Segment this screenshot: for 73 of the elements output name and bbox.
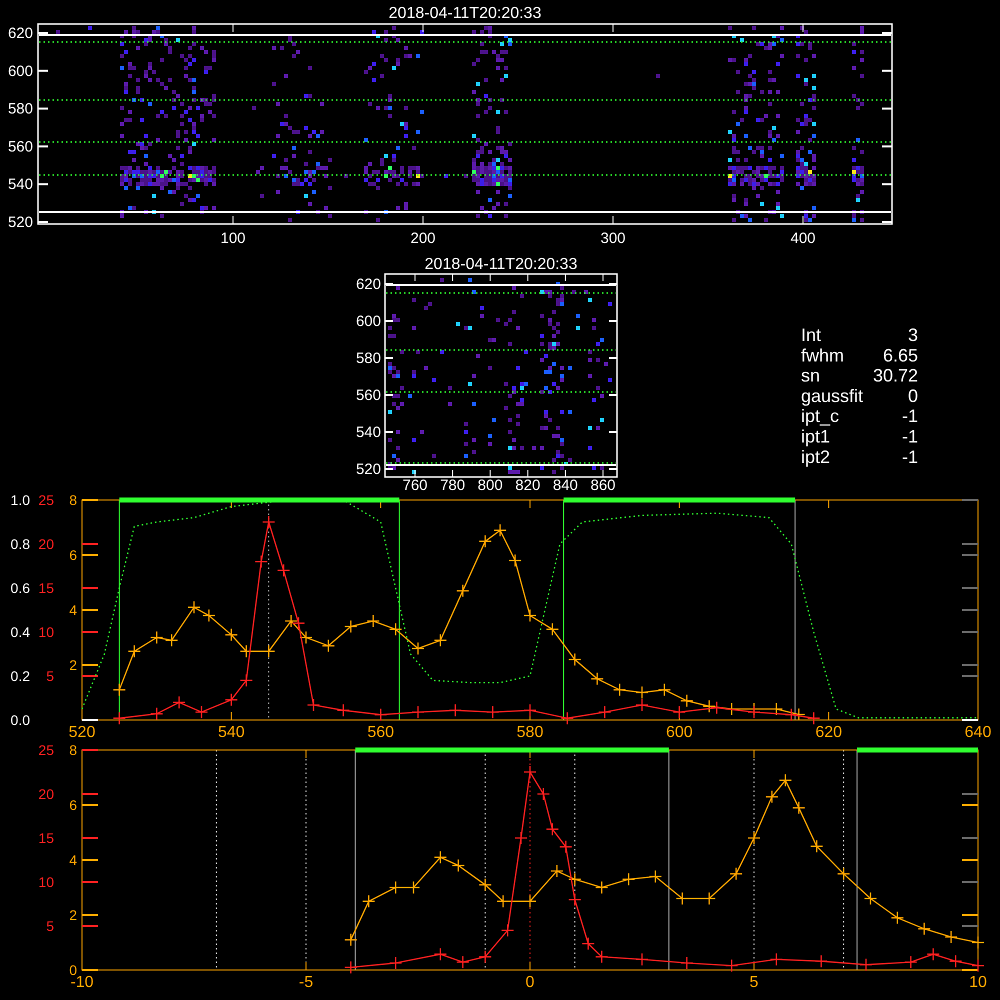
parameter-value: -1 [902, 446, 918, 467]
parameter-value: 3 [908, 325, 918, 345]
plot-title: 2018-04-11T20:20:33 [424, 256, 578, 273]
parameter-label: fwhm [801, 345, 844, 366]
axis-tick-label: 0.0 [10, 712, 30, 728]
axis-tick-label: 25 [38, 494, 54, 508]
axis-tick-label: 10 [38, 624, 54, 640]
axis-tick-label: 540 [8, 176, 33, 194]
axis-tick-label: 10 [969, 974, 987, 991]
axis-tick-label: 580 [516, 724, 544, 741]
axis-tick-label: 620 [356, 276, 381, 293]
parameter-value: 30.72 [872, 366, 918, 386]
axis-tick-label: 620 [815, 724, 842, 741]
axis-tick-label: 200 [410, 230, 436, 247]
axis-tick-label: 560 [8, 138, 33, 156]
axis-tick-label: 20 [38, 786, 54, 802]
axis-tick-label: 8 [69, 742, 77, 758]
axis-tick-label: 8 [69, 494, 77, 508]
axis-tick-label: 4 [69, 852, 77, 868]
axis-tick-label: 1.0 [10, 494, 30, 508]
axis-tick-label: 100 [220, 230, 246, 247]
axis-tick-label: 520 [8, 214, 33, 231]
parameter-label: ipt1 [801, 426, 830, 446]
axis-tick-label: 600 [356, 313, 381, 330]
axis-tick-label: 2 [69, 907, 77, 923]
axis-tick-label: 0 [526, 974, 534, 991]
axis-tick-label: 4 [69, 602, 77, 618]
axis-tick-label: 820 [515, 477, 540, 494]
axis-tick-label: 640 [964, 724, 992, 741]
plot-title: 2018-04-11T20:20:33 [388, 5, 542, 22]
axis-tick-label: 760 [402, 477, 428, 494]
axis-tick-label: 600 [666, 724, 693, 741]
axis-tick-label: 15 [38, 830, 54, 846]
parameter-value: -1 [902, 406, 918, 426]
axis-tick-label: 860 [590, 477, 616, 494]
axis-tick-label: 25 [38, 742, 54, 758]
axis-tick-label: 15 [38, 580, 54, 596]
axis-tick-label: 800 [478, 477, 503, 494]
parameter-value: 6.65 [882, 345, 918, 366]
axis-tick-label: 5 [750, 974, 758, 991]
axis-tick-label: 0.4 [10, 624, 30, 640]
parameter-label: Int [801, 325, 822, 345]
axis-tick-label: 6 [69, 797, 77, 813]
parameter-label: ipt_c [801, 406, 840, 426]
axis-tick-label: 580 [356, 350, 381, 367]
axis-tick-label: 0.8 [10, 536, 30, 552]
axis-tick-label: -5 [298, 974, 314, 991]
axis-tick-label: 0.6 [10, 580, 30, 596]
axis-tick-label: 560 [367, 724, 394, 741]
parameter-label: ipt2 [801, 446, 830, 467]
axis-tick-label: 5 [46, 918, 54, 934]
parameter-value: 0 [908, 386, 918, 406]
axis-tick-label: 20 [38, 536, 54, 552]
axis-tick-label: 6 [69, 547, 77, 563]
axis-tick-label: 620 [8, 25, 33, 42]
axis-tick-label: 0.2 [10, 668, 30, 684]
axis-tick-label: 520 [356, 461, 381, 478]
parameter-label: gaussfit [801, 386, 864, 406]
axis-tick-label: 540 [218, 724, 245, 741]
axis-tick-label: 780 [440, 477, 466, 494]
axis-tick-label: 10 [38, 874, 54, 890]
axis-tick-label: 580 [8, 100, 33, 118]
axis-tick-label: 600 [8, 62, 33, 80]
axis-tick-label: 520 [68, 724, 96, 741]
axis-tick-label: 5 [46, 668, 54, 684]
parameter-value: -1 [902, 426, 918, 446]
axis-tick-label: 840 [552, 477, 578, 494]
axis-tick-label: 300 [600, 230, 626, 247]
axis-tick-label: 2 [69, 657, 77, 673]
axis-tick-label: 560 [356, 387, 381, 404]
axis-tick-label: 400 [790, 230, 816, 247]
parameter-label: sn [801, 366, 820, 386]
axis-tick-label: 540 [356, 424, 381, 441]
